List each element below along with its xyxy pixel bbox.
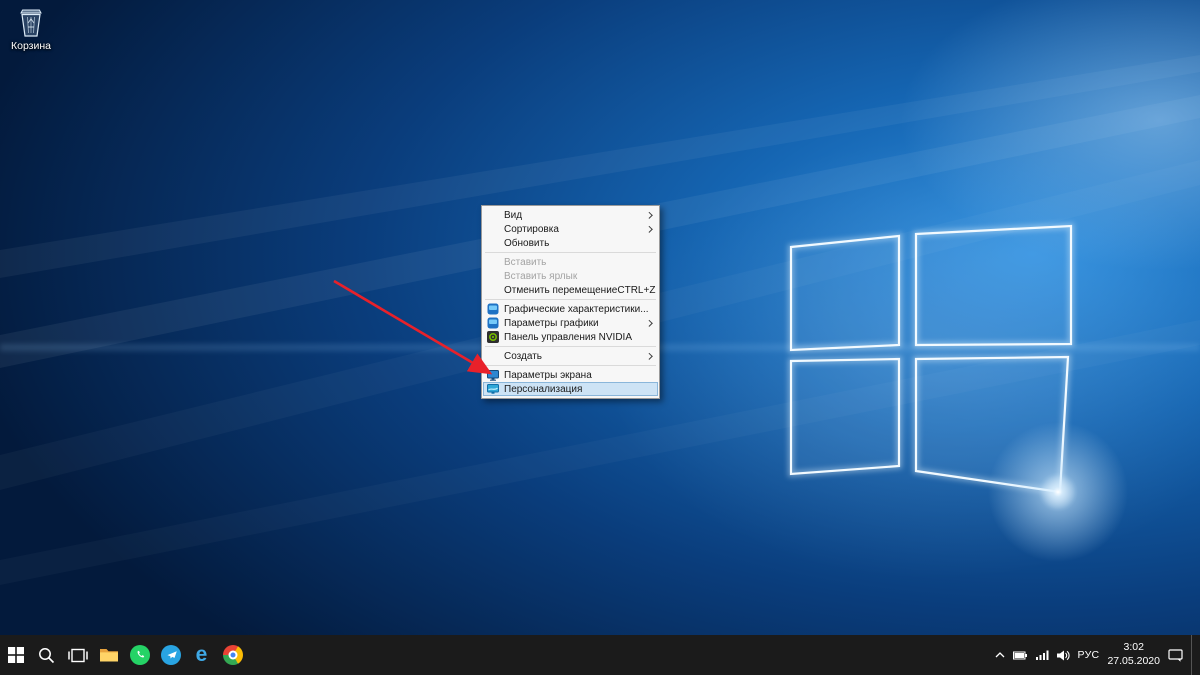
recycle-bin-icon <box>20 9 42 37</box>
network-icon[interactable] <box>1035 650 1049 660</box>
display-settings-icon <box>487 369 499 381</box>
task-view-icon <box>67 648 88 662</box>
file-explorer-button[interactable] <box>93 635 124 675</box>
chrome-button[interactable] <box>217 635 248 675</box>
clock-date: 27.05.2020 <box>1107 655 1160 667</box>
windows-desktop: Корзина Вид Сортировка Обновить Вставить… <box>0 0 1200 675</box>
search-button[interactable] <box>31 635 62 675</box>
menu-item-paste-shortcut: Вставить ярлык <box>483 269 658 283</box>
menu-item-label: Параметры экрана <box>504 369 592 381</box>
submenu-chevron-icon <box>645 211 652 219</box>
start-icon <box>7 647 24 663</box>
menu-item-label: Создать <box>504 350 543 362</box>
menu-item-label: Отменить перемещение <box>504 284 618 296</box>
start-button[interactable] <box>0 635 31 675</box>
whatsapp-icon <box>129 645 150 665</box>
menu-item-label: Вид <box>504 209 523 221</box>
intel-graphics-icon <box>487 303 499 315</box>
chrome-icon <box>222 645 243 665</box>
personalization-icon <box>487 383 499 395</box>
file-explorer-icon <box>99 649 118 662</box>
language-indicator[interactable]: РУС <box>1078 649 1100 661</box>
show-desktop-button[interactable] <box>1191 635 1195 675</box>
menu-item-shortcut: CTRL+Z <box>617 284 656 296</box>
recycle-bin[interactable]: Корзина <box>4 6 58 52</box>
recycle-bin-label: Корзина <box>11 40 51 52</box>
tray-chevron-up-icon[interactable] <box>995 652 1005 658</box>
telegram-icon <box>160 645 181 665</box>
menu-item-label: Сортировка <box>504 223 559 235</box>
submenu-chevron-icon <box>645 225 652 233</box>
menu-item-personalization[interactable]: Персонализация <box>483 382 658 396</box>
menu-item-undo-move[interactable]: Отменить перемещение CTRL+Z <box>483 283 658 297</box>
menu-item-refresh[interactable]: Обновить <box>483 236 658 250</box>
desktop-context-menu: Вид Сортировка Обновить Вставить Вставит… <box>481 205 660 399</box>
menu-item-paste: Вставить <box>483 255 658 269</box>
edge-button[interactable]: e <box>186 635 217 675</box>
clock[interactable]: 3:02 27.05.2020 <box>1107 641 1160 668</box>
volume-icon[interactable] <box>1056 650 1070 661</box>
system-tray: РУС 3:02 27.05.2020 <box>995 635 1200 675</box>
menu-item-label: Вставить ярлык <box>504 270 578 282</box>
menu-item-label: Панель управления NVIDIA <box>504 331 632 343</box>
search-icon <box>39 647 55 663</box>
telegram-button[interactable] <box>155 635 186 675</box>
menu-item-label: Параметры графики <box>504 317 599 329</box>
whatsapp-button[interactable] <box>124 635 155 675</box>
menu-item-new[interactable]: Создать <box>483 349 658 363</box>
menu-item-graphics-properties[interactable]: Графические характеристики... <box>483 302 658 316</box>
action-center-icon[interactable] <box>1168 648 1183 662</box>
taskbar-app-buttons: e <box>0 635 248 675</box>
intel-graphics-icon <box>487 317 499 329</box>
submenu-chevron-icon <box>645 319 652 327</box>
menu-item-label: Обновить <box>504 237 550 249</box>
menu-item-nvidia-control-panel[interactable]: Панель управления NVIDIA <box>483 330 658 344</box>
menu-separator <box>485 365 656 366</box>
menu-item-display-settings[interactable]: Параметры экрана <box>483 368 658 382</box>
submenu-chevron-icon <box>645 352 652 360</box>
edge-icon: e <box>195 643 208 666</box>
menu-item-label: Вставить <box>504 256 547 268</box>
menu-separator <box>485 299 656 300</box>
menu-separator <box>485 346 656 347</box>
menu-item-label: Персонализация <box>504 383 583 395</box>
battery-icon[interactable] <box>1012 651 1028 660</box>
menu-item-graphics-options[interactable]: Параметры графики <box>483 316 658 330</box>
taskbar: e РУС 3:02 27.05.2020 <box>0 635 1200 675</box>
menu-separator <box>485 252 656 253</box>
task-view-button[interactable] <box>62 635 93 675</box>
menu-item-label: Графические характеристики... <box>504 303 649 315</box>
nvidia-icon <box>487 331 499 343</box>
menu-item-view[interactable]: Вид <box>483 208 658 222</box>
clock-time: 3:02 <box>1123 641 1144 654</box>
menu-item-sort[interactable]: Сортировка <box>483 222 658 236</box>
